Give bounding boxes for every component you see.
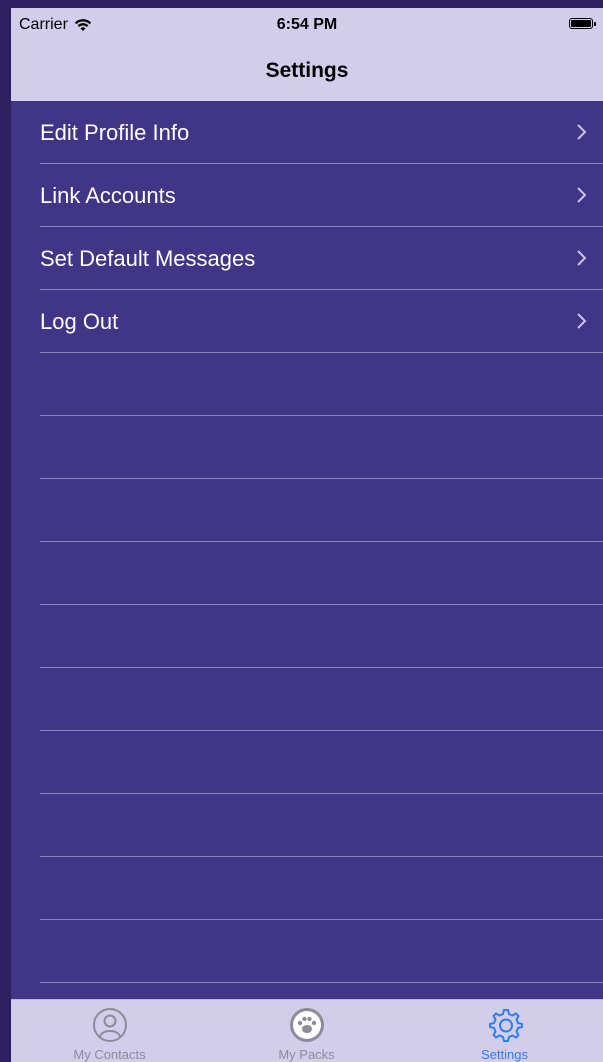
- empty-row: [40, 668, 603, 731]
- device-frame: Carrier 6:54 PM Settings Edit Profile In…: [0, 0, 603, 1062]
- tab-my-contacts[interactable]: My Contacts: [11, 1000, 208, 1062]
- page-title: Settings: [265, 59, 349, 82]
- empty-row: [40, 857, 603, 920]
- settings-item-label: Log Out: [40, 309, 119, 334]
- settings-list: Edit Profile Info Link Accounts Set Defa…: [11, 101, 603, 983]
- empty-row: [40, 605, 603, 668]
- tab-label: Settings: [481, 1047, 528, 1062]
- chevron-right-icon: [577, 313, 587, 329]
- settings-item-label: Edit Profile Info: [40, 120, 190, 145]
- settings-item-edit-profile[interactable]: Edit Profile Info: [40, 101, 603, 164]
- chevron-right-icon: [577, 124, 587, 140]
- settings-item-default-messages[interactable]: Set Default Messages: [40, 227, 603, 290]
- empty-row: [40, 542, 603, 605]
- tab-settings[interactable]: Settings: [406, 1000, 603, 1062]
- settings-item-log-out[interactable]: Log Out: [40, 290, 603, 353]
- navigation-bar: Carrier 6:54 PM Settings: [11, 8, 603, 101]
- empty-row: [40, 416, 603, 479]
- tab-bar: My Contacts My Packs Settings: [11, 999, 603, 1062]
- tab-label: My Packs: [278, 1047, 335, 1062]
- empty-row: [40, 920, 603, 983]
- settings-item-label: Link Accounts: [40, 183, 176, 208]
- app-screen: Carrier 6:54 PM Settings Edit Profile In…: [11, 8, 603, 1062]
- empty-row: [40, 479, 603, 542]
- status-time: 6:54 PM: [276, 16, 338, 33]
- gear-icon: [488, 1009, 523, 1042]
- empty-row: [40, 731, 603, 794]
- empty-row: [40, 353, 603, 416]
- empty-row: [40, 794, 603, 857]
- settings-item-link-accounts[interactable]: Link Accounts: [40, 164, 603, 227]
- status-bar: Carrier 6:54 PM: [11, 8, 603, 42]
- paw-icon: [289, 1008, 324, 1042]
- battery-icon: [569, 18, 596, 29]
- tab-label: My Contacts: [73, 1047, 146, 1062]
- contacts-icon: [92, 1008, 127, 1042]
- battery-level: [571, 20, 591, 27]
- settings-item-label: Set Default Messages: [40, 246, 256, 271]
- chevron-right-icon: [577, 187, 587, 203]
- chevron-right-icon: [577, 250, 587, 266]
- tab-my-packs[interactable]: My Packs: [208, 1000, 405, 1062]
